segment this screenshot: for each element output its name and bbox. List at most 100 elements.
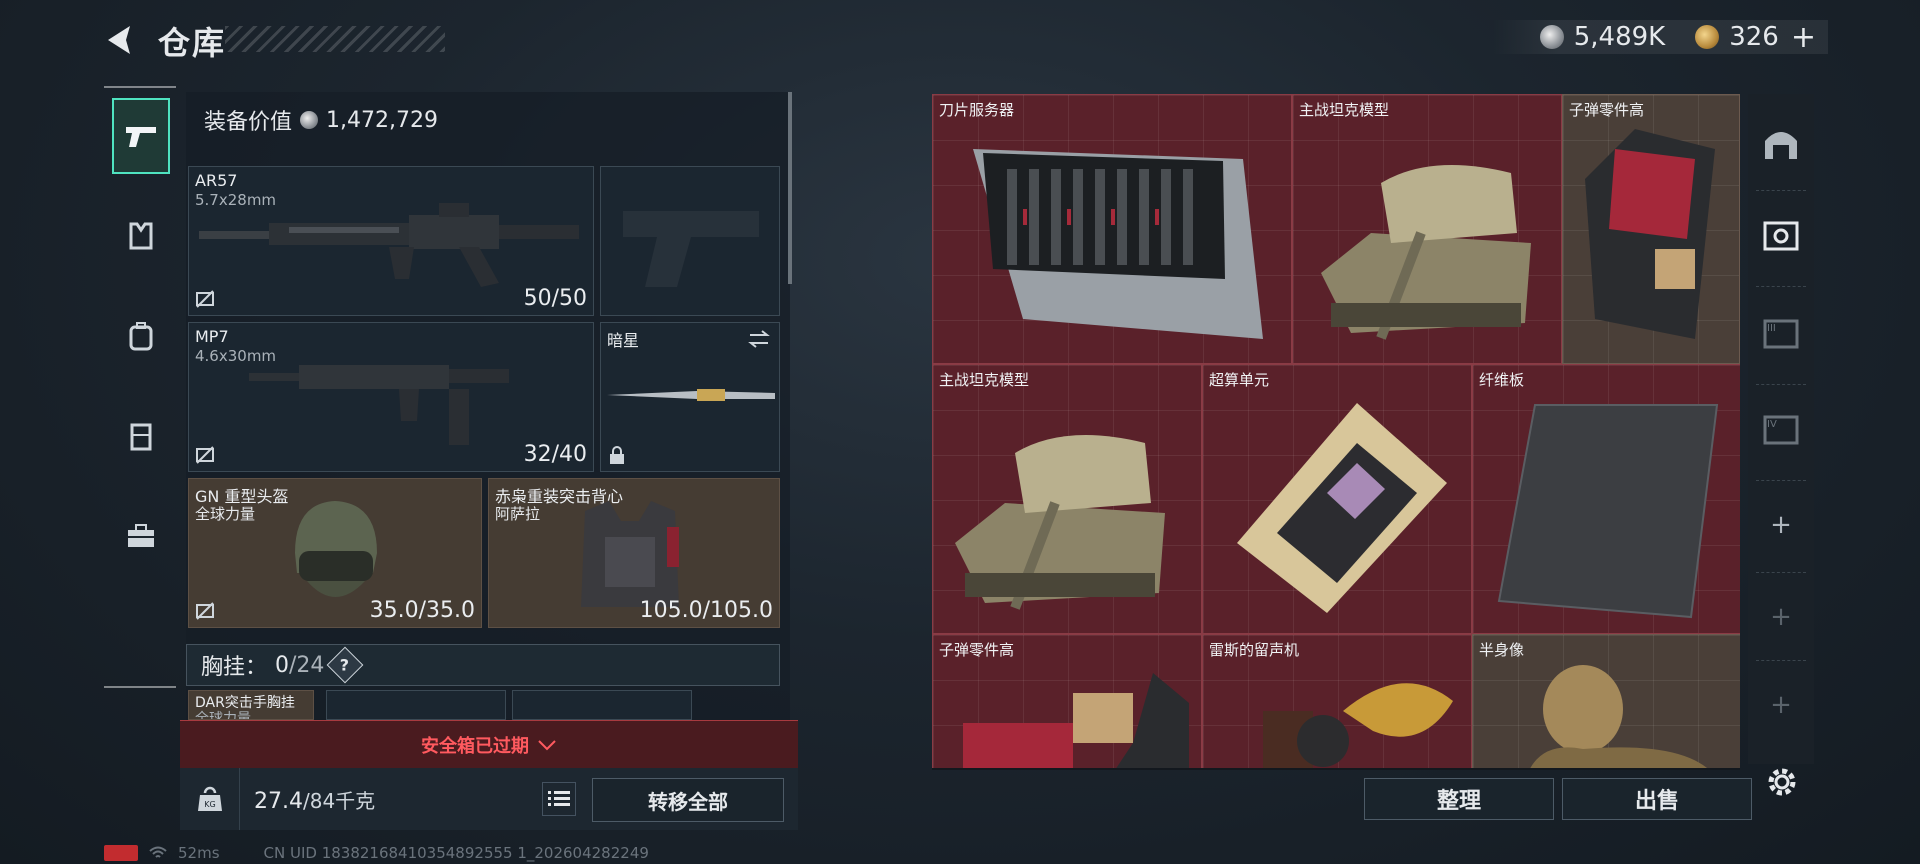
knife-icon	[607, 389, 775, 401]
storage-item[interactable]: 子弹零件高	[932, 634, 1202, 768]
add-warehouse-button-locked[interactable]: +	[1754, 582, 1808, 652]
storage-item[interactable]: 刀片服务器	[932, 94, 1292, 364]
back-button[interactable]	[100, 20, 140, 60]
chevron-down-icon	[538, 739, 556, 750]
melee-slot[interactable]: 暗星	[600, 322, 780, 472]
add-warehouse-button[interactable]: +	[1754, 490, 1808, 560]
storage-item[interactable]: 半身像	[1472, 634, 1740, 768]
settings-button[interactable]	[1762, 762, 1802, 802]
storage-item[interactable]: 超算单元	[1202, 364, 1472, 634]
list-view-button[interactable]	[542, 782, 576, 816]
backpack-icon	[129, 322, 153, 351]
tab-backpack[interactable]	[112, 298, 170, 374]
briefcase-icon	[128, 524, 154, 547]
rig-grid-cell[interactable]	[326, 690, 506, 720]
helmet-slot[interactable]: GN 重型头盔 全球力量 35.0/35.0	[188, 478, 482, 628]
add-currency-button[interactable]: +	[1791, 20, 1816, 55]
no-insure-icon	[196, 290, 214, 308]
supercompute-unit-icon	[1237, 403, 1447, 613]
item-label: 主战坦克模型	[939, 371, 1030, 389]
storage-item[interactable]: 主战坦克模型	[1292, 94, 1562, 364]
tab-warehouse-4[interactable]: IV	[1754, 394, 1808, 464]
storage-item[interactable]: 主战坦克模型	[932, 364, 1202, 634]
chest-rig-slot[interactable]: DAR突击手胸挂 全球力量	[188, 690, 314, 720]
no-insure-icon	[196, 446, 214, 464]
storage-item[interactable]: 雷斯的留声机	[1202, 634, 1472, 768]
currency-bar: 5,489K 326 +	[1492, 20, 1828, 55]
tab-armor[interactable]	[112, 198, 170, 274]
armor-durability: 105.0/105.0	[639, 598, 773, 623]
silver-coin-icon	[300, 111, 319, 129]
safebox-expired-text: 安全箱已过期	[421, 735, 529, 757]
chest-rig-label: 胸挂：	[201, 655, 268, 680]
back-arrow-icon	[108, 26, 130, 54]
pistol-icon	[126, 127, 156, 147]
tab-tools[interactable]	[112, 498, 170, 574]
chest-rig-bar[interactable]: 胸挂： 0/24 ?	[186, 644, 780, 686]
item-label: 雷斯的留声机	[1209, 641, 1300, 659]
tab-container[interactable]	[112, 398, 170, 474]
equipment-value: 装备价值 1,472,729	[186, 92, 790, 148]
gold-coin-icon	[1695, 25, 1720, 49]
weapon-name: MP7	[195, 327, 229, 346]
armor-slot[interactable]: 赤枭重装突击背心 阿萨拉 105.0/105.0	[488, 478, 780, 628]
item-label: 半身像	[1479, 641, 1525, 659]
primary-weapon-slot[interactable]: AR57 5.7x28mm 50/50	[188, 166, 594, 316]
lock-icon	[610, 446, 624, 464]
tab-warehouse-2[interactable]	[1754, 200, 1808, 270]
melee-name: 暗星	[607, 331, 640, 350]
swap-icon[interactable]	[747, 329, 771, 349]
transfer-all-button[interactable]: 转移全部	[592, 778, 784, 822]
fiber-board-icon	[1497, 404, 1719, 619]
tank-model-icon	[1321, 165, 1531, 340]
warehouse-lv3-icon: III	[1763, 319, 1799, 349]
help-button[interactable]: ?	[327, 646, 364, 684]
svg-text:IV: IV	[1767, 419, 1777, 430]
weight-readout: 27.4/84千克	[254, 785, 375, 814]
storage-grid: 刀片服务器 主战坦克模型 子弹零件高 主战坦克模型 超算单元 纤维板 子弹零件高…	[932, 94, 1740, 768]
storage-tabs: III IV + + +	[1748, 94, 1814, 764]
tab-warehouse-main[interactable]	[1754, 108, 1808, 178]
no-insure-icon	[196, 602, 214, 620]
item-label: 超算单元	[1209, 371, 1270, 389]
secondary-weapon-slot[interactable]: MP7 4.6x30mm 32/40	[188, 322, 594, 472]
chest-rig-faction: 全球力量	[195, 711, 251, 720]
battery-icon	[104, 845, 138, 861]
tab-weapons[interactable]	[112, 98, 170, 174]
item-label: 刀片服务器	[939, 101, 1015, 119]
gramophone-icon	[1263, 683, 1453, 768]
storage-item[interactable]: 纤维板	[1472, 364, 1740, 634]
sell-button[interactable]: 出售	[1562, 778, 1752, 820]
item-label: 子弹零件高	[1569, 101, 1645, 119]
helmet-icon	[295, 501, 377, 597]
add-warehouse-button-locked[interactable]: +	[1754, 670, 1808, 740]
svg-text:III: III	[1767, 323, 1776, 334]
item-label: 子弹零件高	[939, 641, 1015, 659]
safebox-expired-banner[interactable]: 安全箱已过期	[180, 720, 798, 768]
item-label: 主战坦克模型	[1299, 101, 1390, 119]
pistol-placeholder-icon	[623, 211, 759, 287]
ping-text: 52ms	[178, 844, 220, 862]
locker-icon	[130, 423, 152, 451]
help-icon: ?	[340, 655, 351, 675]
uid-text: CN UID 18382168410354892555 1_2026042822…	[263, 844, 649, 862]
pistol-slot[interactable]	[600, 166, 780, 316]
list-icon	[548, 791, 570, 806]
vest-icon	[129, 222, 153, 250]
sort-button[interactable]: 整理	[1364, 778, 1554, 820]
assault-rifle-icon	[199, 203, 579, 287]
tab-warehouse-3[interactable]: III	[1754, 298, 1808, 368]
ammo-parts-icon	[1585, 129, 1715, 339]
equip-value-amount: 1,472,729	[326, 107, 438, 133]
weight-max: /84千克	[302, 788, 376, 813]
tank-model-icon	[955, 435, 1165, 610]
weapon-count: 50/50	[523, 286, 587, 311]
smg-icon	[249, 365, 509, 445]
silver-amount: 5,489K	[1573, 22, 1666, 52]
rig-grid-cell[interactable]	[512, 690, 692, 720]
chest-rig-capacity: /24	[289, 652, 325, 678]
equip-value-label: 装备价值	[204, 110, 293, 135]
storage-item[interactable]: 子弹零件高	[1562, 94, 1740, 364]
silver-coin-icon	[1539, 25, 1564, 49]
storage-panel: 刀片服务器 主战坦克模型 子弹零件高 主战坦克模型 超算单元 纤维板 子弹零件高…	[932, 94, 1740, 770]
